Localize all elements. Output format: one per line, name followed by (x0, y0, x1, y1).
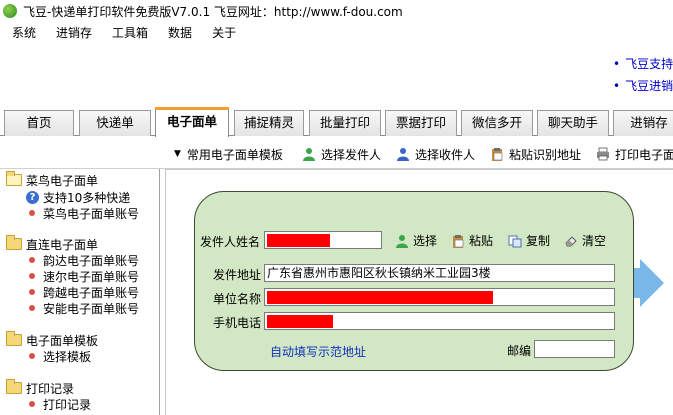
ad-links: • 飞豆支持 • 飞豆进销 (613, 55, 673, 99)
menu-inventory[interactable]: 进销存 (56, 24, 92, 41)
tree-folder-cainiao[interactable]: 菜鸟电子面单 (6, 171, 98, 188)
select-button[interactable]: 选择 (395, 232, 437, 249)
tree-item-print-log[interactable]: 打印记录 (26, 396, 91, 412)
address-label: 发件地址 (213, 268, 262, 282)
bullet-icon (29, 353, 35, 359)
tab-receipt-print[interactable]: 票据打印 (385, 110, 457, 136)
tree-item-anneng-account[interactable]: 安能电子面单账号 (26, 300, 139, 316)
bullet-icon (29, 401, 35, 407)
next-arrow-icon[interactable] (640, 259, 664, 307)
tree-item-cainiao-account[interactable]: 菜鸟电子面单账号 (26, 205, 139, 221)
paste-button[interactable]: 粘贴 (451, 232, 493, 249)
tab-express-slip[interactable]: 快递单 (79, 110, 151, 136)
menu-bar: 系统 进销存 工具箱 数据 关于 (0, 22, 673, 42)
toolbar: ▼ 常用电子面单模板 选择发件人 选择收件人 粘贴识别地址 打印电子面 (0, 137, 673, 169)
postcode-label: 邮编 (507, 344, 532, 358)
clipboard-icon (490, 147, 504, 161)
printer-icon (596, 147, 610, 161)
receiver-user-icon (396, 147, 410, 161)
sender-address-input[interactable]: 广东省惠州市惠阳区秋长镇纳米工业园3楼 (264, 264, 615, 282)
redacted-value (267, 291, 493, 304)
main-tab-bar: 首页 快递单 电子面单 捕捉精灵 批量打印 票据打印 微信多开 聊天助手 进销存 (0, 106, 673, 137)
print-waybill-button[interactable]: 打印电子面 (596, 145, 673, 163)
tree-folder-direct[interactable]: 直连电子面单 (6, 235, 98, 252)
menu-data[interactable]: 数据 (168, 24, 192, 41)
company-name-input[interactable] (264, 288, 615, 306)
select-sender-button[interactable]: 选择发件人 (302, 145, 381, 163)
select-user-icon (395, 234, 409, 248)
window-title: 飞豆-快递单打印软件免费版V7.0.1 飞豆网址：http://www.f-do… (23, 4, 403, 19)
bullet-icon (29, 273, 35, 279)
phone-label: 手机电话 (213, 316, 262, 330)
help-icon: ? (26, 190, 39, 204)
bullet-icon (29, 210, 35, 216)
paste-recognize-button[interactable]: 粘贴识别地址 (490, 145, 581, 163)
tree-item-kuayue-account[interactable]: 跨越电子面单账号 (26, 284, 139, 300)
paste-clipboard-icon (451, 234, 465, 248)
company-label: 单位名称 (213, 292, 262, 306)
title-bar: 飞豆-快递单打印软件免费版V7.0.1 飞豆网址：http://www.f-do… (0, 0, 673, 22)
tree-item-select-template[interactable]: 选择模板 (26, 348, 91, 364)
clear-button[interactable]: 清空 (564, 232, 606, 249)
bullet-icon (29, 305, 35, 311)
tab-batch-print[interactable]: 批量打印 (309, 110, 381, 136)
sender-name-label: 发件人姓名 (200, 235, 261, 249)
folder-icon (6, 171, 22, 186)
app-logo-icon (3, 4, 17, 18)
tree-folder-templates[interactable]: 电子面单模板 (6, 331, 98, 348)
tree-item-suer-account[interactable]: 速尔电子面单账号 (26, 268, 139, 284)
tab-home[interactable]: 首页 (4, 110, 74, 136)
select-receiver-button[interactable]: 选择收件人 (396, 145, 475, 163)
tab-chat-assistant[interactable]: 聊天助手 (537, 110, 609, 136)
tree-folder-print-log[interactable]: 打印记录 (6, 379, 74, 396)
tree-item-support-carriers[interactable]: ? 支持10多种快递 (26, 189, 130, 205)
copy-icon (508, 234, 522, 248)
navigation-tree: 菜鸟电子面单 ? 支持10多种快递 菜鸟电子面单账号 直连电子面单 韵达电子面单… (0, 169, 160, 415)
bullet-icon (29, 257, 35, 263)
sender-user-icon (302, 147, 316, 161)
autofill-sample-address-link[interactable]: 自动填写示范地址 (270, 343, 366, 360)
tab-electronic-waybill[interactable]: 电子面单 (155, 107, 229, 137)
ad-link-support[interactable]: • 飞豆支持 (613, 55, 673, 77)
sender-name-input[interactable] (264, 231, 382, 249)
tab-capture-wizard[interactable]: 捕捉精灵 (234, 110, 304, 136)
tree-item-yunda-account[interactable]: 韵达电子面单账号 (26, 252, 139, 268)
redacted-value (267, 315, 333, 328)
folder-icon (6, 235, 22, 250)
phone-input[interactable] (264, 312, 615, 330)
ad-link-inventory[interactable]: • 飞豆进销 (613, 77, 673, 99)
folder-icon (6, 379, 22, 394)
redacted-value (267, 234, 330, 247)
menu-about[interactable]: 关于 (212, 24, 236, 41)
template-dropdown[interactable]: ▼ 常用电子面单模板 (174, 145, 283, 163)
postcode-input[interactable] (534, 340, 615, 358)
dropdown-triangle-icon: ▼ (174, 149, 181, 159)
tab-inventory[interactable]: 进销存 (613, 110, 673, 136)
bullet-icon (29, 289, 35, 295)
eraser-icon (564, 234, 578, 248)
menu-system[interactable]: 系统 (12, 24, 36, 41)
copy-button[interactable]: 复制 (508, 232, 550, 249)
tab-wechat-multi[interactable]: 微信多开 (461, 110, 533, 136)
menu-toolbox[interactable]: 工具箱 (112, 24, 148, 41)
folder-icon (6, 331, 22, 346)
